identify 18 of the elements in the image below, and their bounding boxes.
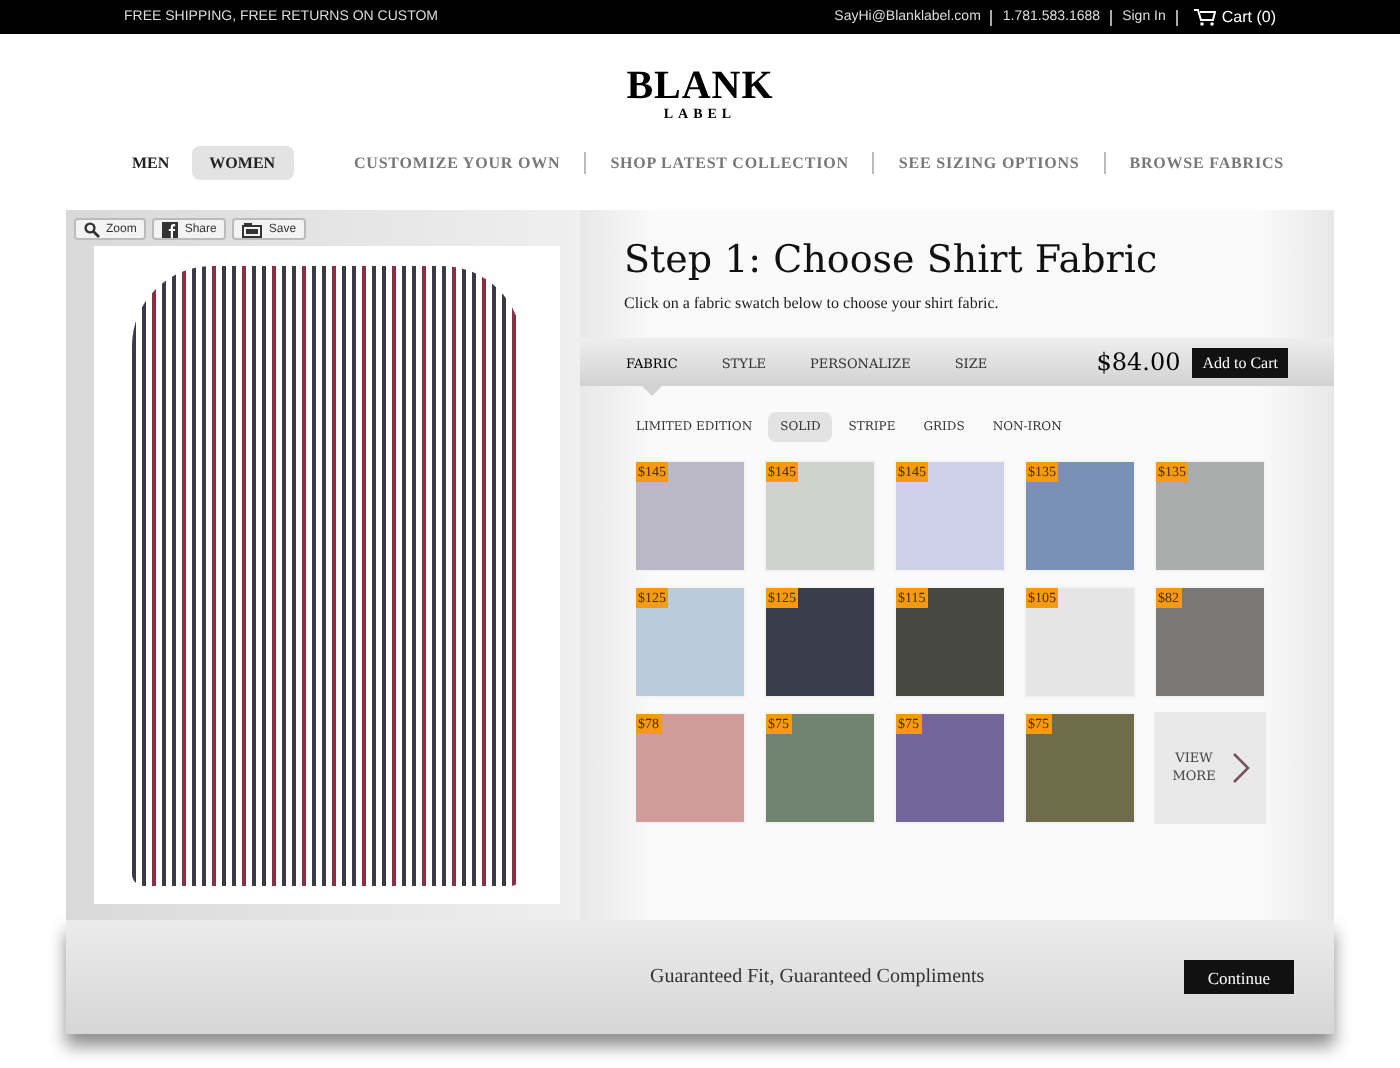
continue-button[interactable]: Continue (1183, 960, 1294, 994)
tray-icon (242, 221, 263, 237)
tagline-text: Guaranteed Fit, Guaranteed Compliments (650, 966, 985, 988)
search-icon (84, 221, 100, 237)
nav-link[interactable]: SEE SIZING OPTIONS (898, 153, 1080, 171)
step-title: Step 1: Choose Shirt Fabric (624, 238, 1160, 282)
gender-tab[interactable]: WOMEN (191, 145, 294, 179)
chevron-right-icon (1232, 752, 1250, 784)
add-to-cart-button[interactable]: Add to Cart (1192, 347, 1288, 377)
price-text: $84.00 (1096, 348, 1181, 376)
nav-link[interactable]: SHOP LATEST COLLECTION (610, 153, 849, 171)
gender-tab[interactable]: MEN (114, 145, 188, 179)
cart-icon (1193, 8, 1216, 26)
nav-link[interactable]: BROWSE FABRICS (1129, 153, 1284, 171)
cart-link[interactable]: Cart (0) (1193, 8, 1276, 26)
nav-link[interactable]: CUSTOMIZE YOUR OWN (353, 153, 561, 171)
instruction-text: Click on a fabric swatch below to choose your shirt fabric. (624, 294, 1001, 312)
facebook-icon (162, 221, 179, 237)
